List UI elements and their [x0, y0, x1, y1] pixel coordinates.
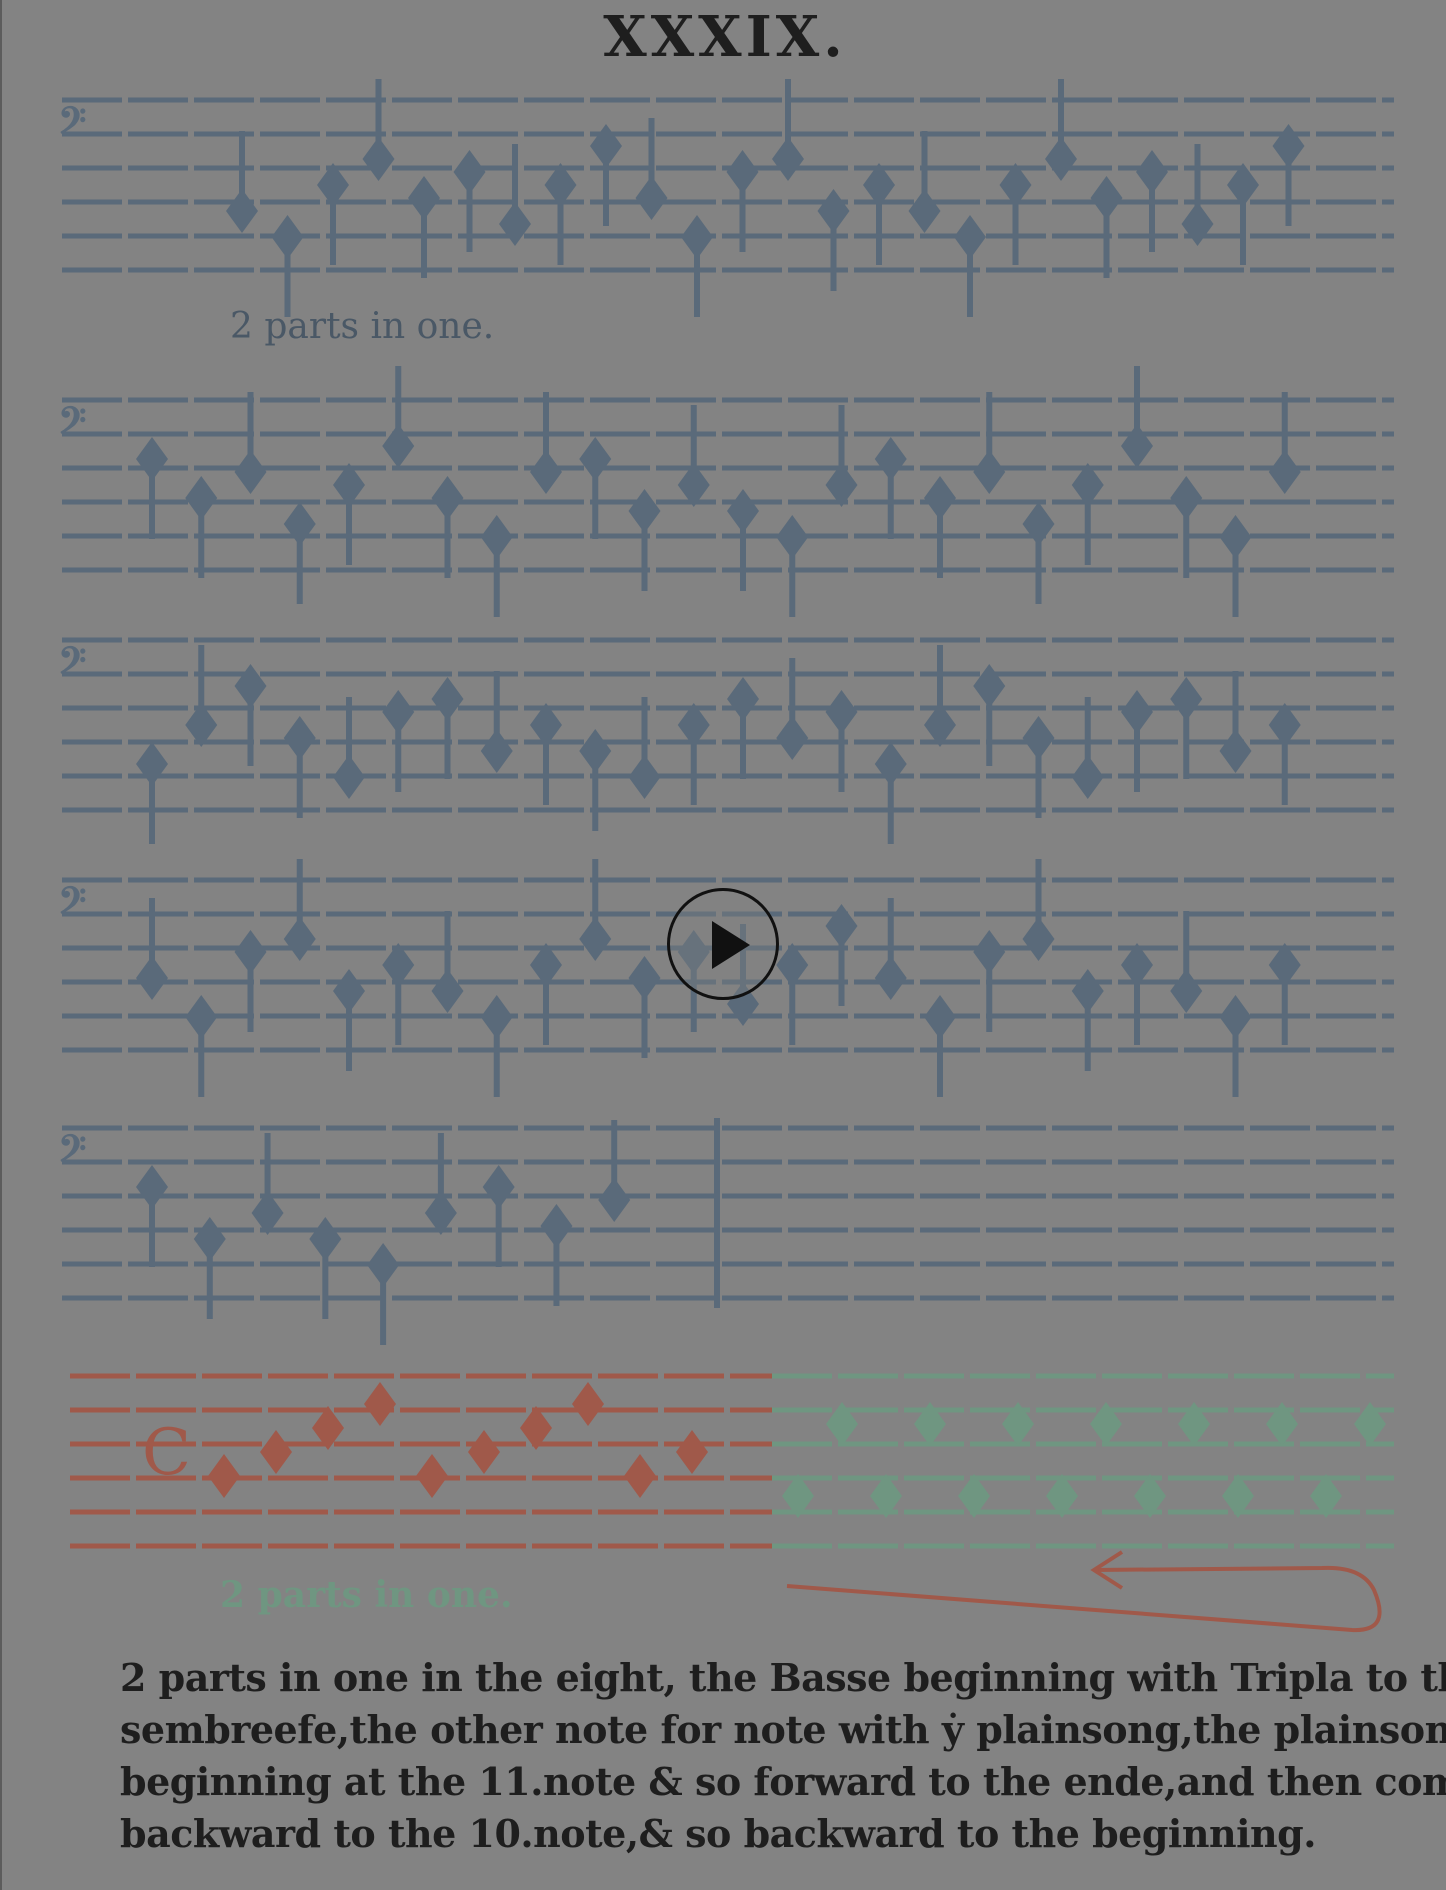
- description-line: sembreefe,the other note for note with ẏ…: [120, 1707, 1446, 1752]
- play-icon: [712, 921, 750, 969]
- description-line: beginning at the 11.note & so forward to…: [120, 1759, 1446, 1804]
- caption-bottom: 2 parts in one.: [220, 1574, 513, 1616]
- bass-clef-icon: 𝄢: [58, 1128, 86, 1179]
- bass-clef-icon: 𝄢: [58, 100, 86, 151]
- score-page: XXXIX. 𝄢 𝄢 𝄢 𝄢 𝄢 C 2 parts in one. 2 parts in…: [0, 0, 1446, 1890]
- note-head: [208, 1454, 240, 1498]
- description-line: backward to the 10.note,& so backward to…: [120, 1811, 1316, 1856]
- note-head: [468, 1430, 500, 1474]
- time-signature-icon: C: [142, 1416, 191, 1490]
- description-line: 2 parts in one in the eight, the Basse b…: [120, 1655, 1446, 1700]
- play-button[interactable]: [667, 888, 779, 1000]
- return-arrow-icon: [786, 1565, 1382, 1633]
- bass-clef-icon: 𝄢: [58, 400, 86, 451]
- note-head: [676, 1430, 708, 1474]
- caption-top: 2 parts in one.: [230, 306, 495, 347]
- note-head: [364, 1382, 396, 1426]
- note-head: [624, 1454, 656, 1498]
- note-head: [416, 1454, 448, 1498]
- note-head: [260, 1430, 292, 1474]
- note-head: [572, 1382, 604, 1426]
- description-text: 2 parts in one in the eight, the Basse b…: [120, 1652, 1446, 1860]
- bass-clef-icon: 𝄢: [58, 880, 86, 931]
- bass-clef-icon: 𝄢: [58, 640, 86, 691]
